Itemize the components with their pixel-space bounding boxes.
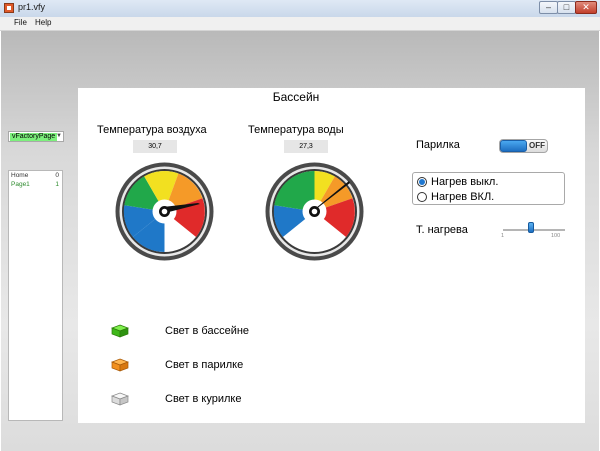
menu-bar: File Help xyxy=(0,17,600,31)
page-list-item[interactable]: Home 0 xyxy=(9,171,62,180)
radio-unselected-icon[interactable] xyxy=(417,192,427,202)
pool-light-cube-icon[interactable] xyxy=(111,324,129,338)
radio-label: Нагрев ВКЛ. xyxy=(431,191,495,203)
window-title: pr1.vfy xyxy=(18,2,46,12)
slider-max-label: 100 xyxy=(551,233,561,239)
heat-temperature-slider[interactable] xyxy=(503,229,565,231)
air-temperature-label: Температура воздуха xyxy=(97,124,207,136)
light-label: Свет в курилке xyxy=(165,393,242,405)
radio-selected-icon[interactable] xyxy=(417,177,427,187)
heat-temperature-label: Т. нагрева xyxy=(416,224,468,236)
water-temperature-label: Температура воды xyxy=(248,124,344,136)
smoking-room-light-cube-icon[interactable] xyxy=(111,392,129,406)
page-count: 1 xyxy=(55,181,59,188)
radio-label: Нагрев выкл. xyxy=(431,176,499,188)
maximize-button[interactable]: □ xyxy=(557,1,576,14)
toggle-state: OFF xyxy=(529,141,545,150)
sauna-toggle[interactable]: OFF xyxy=(499,139,548,153)
light-label: Свет в парилке xyxy=(165,359,244,371)
main-panel: Бассейн Температура воздуха 30,7 Темпера… xyxy=(78,88,585,423)
minimize-button[interactable]: – xyxy=(539,1,558,14)
water-temperature-gauge xyxy=(264,161,365,267)
menu-file[interactable]: File xyxy=(14,18,27,27)
page-list: Home 0 Page1 1 xyxy=(8,170,63,421)
sauna-label: Парилка xyxy=(416,139,460,151)
app-icon xyxy=(4,3,14,13)
water-temperature-readout: 27,3 xyxy=(284,140,328,153)
page-name: Page1 xyxy=(11,181,30,188)
sauna-light-cube-icon[interactable] xyxy=(111,358,129,372)
chevron-down-icon: ▼ xyxy=(56,133,62,139)
air-temperature-readout: 30,7 xyxy=(133,140,177,153)
light-label: Свет в бассейне xyxy=(165,325,250,337)
menu-help[interactable]: Help xyxy=(35,18,51,27)
toggle-knob xyxy=(500,140,527,152)
page-select-value: vFactoryPage xyxy=(10,133,58,141)
air-temperature-gauge xyxy=(114,161,215,267)
page-count: 0 xyxy=(55,172,59,179)
title-bar: pr1.vfy – □ ✕ xyxy=(0,0,600,18)
page-name: Home xyxy=(11,172,29,179)
page-select[interactable]: vFactoryPage ▼ xyxy=(8,131,64,142)
page-title: Бассейн xyxy=(272,90,320,104)
slider-min-label: 1 xyxy=(501,233,505,239)
slider-handle[interactable] xyxy=(527,222,534,233)
heating-radio-group: Нагрев выкл. Нагрев ВКЛ. xyxy=(412,172,565,205)
page-list-item[interactable]: Page1 1 xyxy=(9,180,62,189)
close-button[interactable]: ✕ xyxy=(575,1,597,14)
